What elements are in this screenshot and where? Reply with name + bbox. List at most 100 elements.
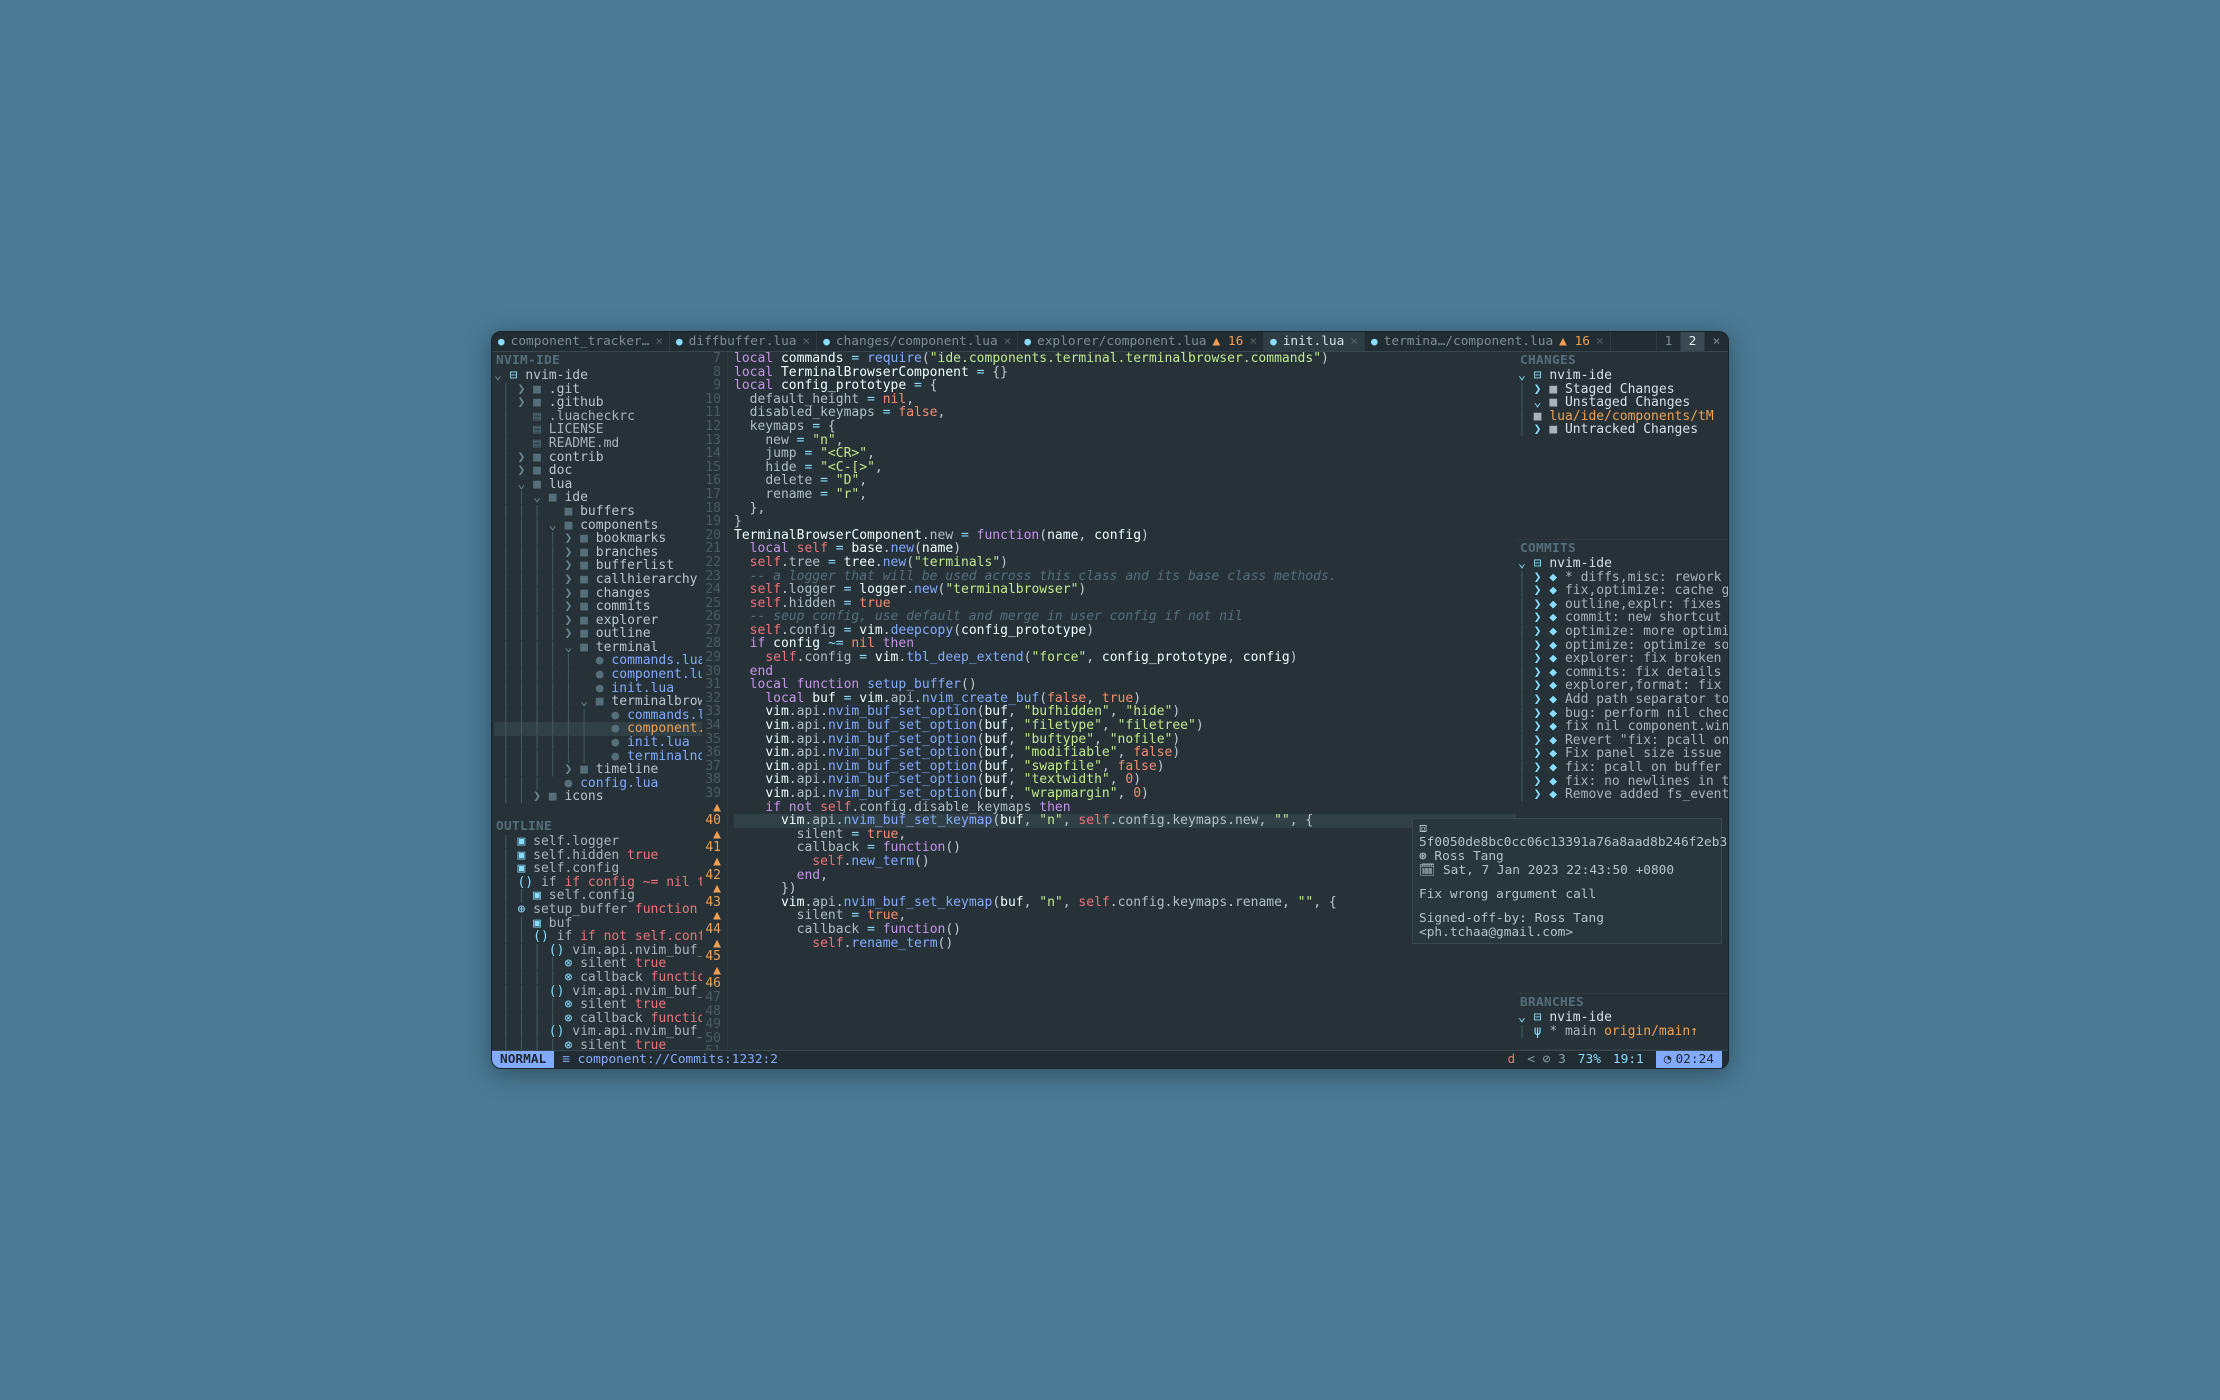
outline-item[interactable]: │ ▣ self.logger xyxy=(494,835,702,849)
code-line[interactable]: vim.api.nvim_buf_set_keymap(buf, "n", se… xyxy=(734,896,1516,910)
outline-item[interactable]: │ │ │ │ ⊗ callback functio xyxy=(494,1012,702,1026)
tree-item[interactable]: │ │ │ │ ❯ ■ changes xyxy=(494,587,702,601)
code-line[interactable]: rename = "r", xyxy=(734,488,1516,502)
close-icon[interactable]: × xyxy=(655,334,663,349)
changes-tree[interactable]: ⌄ ⊟ nvim-ide│ ❯ ■ Staged Changes│ ⌄ ■ Un… xyxy=(1516,369,1728,441)
tab-3[interactable]: ●explorer/component.lua▲ 16× xyxy=(1018,332,1264,351)
outline-item[interactable]: │ │ () if if not self.confi xyxy=(494,930,702,944)
tree-item[interactable]: │ ❯ ■ doc xyxy=(494,464,702,478)
tree-item[interactable]: │ │ │ │ │ ⌄ ■ terminalbrowser xyxy=(494,695,702,709)
close-icon[interactable]: × xyxy=(1596,334,1604,349)
outline-item[interactable]: │ │ │ │ ⊗ callback functio xyxy=(494,971,702,985)
code-editor[interactable]: local commands = require("ide.components… xyxy=(728,352,1516,1050)
code-line[interactable]: jump = "<CR>", xyxy=(734,447,1516,461)
tree-item[interactable]: │ ❯ ■ .github xyxy=(494,396,702,410)
code-line[interactable]: }, xyxy=(734,502,1516,516)
commit-item[interactable]: │ ❯ ◆ Fix panel size issue and xyxy=(1518,747,1728,761)
code-line[interactable]: end, xyxy=(734,869,1516,883)
code-line[interactable]: default_height = nil, xyxy=(734,393,1516,407)
commits-list[interactable]: ⌄ ⊟ nvim-ide│ ❯ ◆ * diffs,misc: rework a… xyxy=(1516,557,1728,806)
outline-item[interactable]: │ () if if config ~= nil th xyxy=(494,876,702,890)
commit-item[interactable]: │ ❯ ◆ Remove added fs_event wh xyxy=(1518,788,1728,802)
tree-item[interactable]: │ │ │ │ ❯ ■ bufferlist xyxy=(494,559,702,573)
tree-item[interactable]: │ │ │ │ │ │ ● component.lua xyxy=(494,722,702,736)
outline-tree[interactable]: │ ▣ self.logger │ ▣ self.hidden true │ ▣… xyxy=(492,835,702,1050)
tree-item[interactable]: │ │ │ ⌄ ■ components xyxy=(494,519,702,533)
code-line[interactable]: keymaps = { xyxy=(734,420,1516,434)
outline-item[interactable]: │ ▣ self.config xyxy=(494,862,702,876)
tree-item[interactable]: │ │ │ │ ❯ ■ explorer xyxy=(494,614,702,628)
commit-item[interactable]: │ ❯ ◆ commit: new shortcut to xyxy=(1518,611,1728,625)
commit-item[interactable]: │ ❯ ◆ explorer: fix broken fil xyxy=(1518,652,1728,666)
code-line[interactable]: callback = function() xyxy=(734,841,1516,855)
close-icon[interactable]: × xyxy=(803,334,811,349)
close-icon[interactable]: × xyxy=(1350,334,1358,349)
commit-item[interactable]: │ ❯ ◆ * diffs,misc: rework and xyxy=(1518,571,1728,585)
code-line[interactable]: local commands = require("ide.components… xyxy=(734,352,1516,366)
tree-item[interactable]: │ │ │ │ ⌄ ■ terminal xyxy=(494,641,702,655)
file-tree[interactable]: ⌄ ⊟ nvim-ide │ ❯ ■ .git │ ❯ ■ .github │ … xyxy=(492,369,702,806)
split-1[interactable]: 1 xyxy=(1656,332,1680,351)
tree-item[interactable]: │ │ │ │ │ │ ● terminalnode. xyxy=(494,750,702,764)
code-line[interactable]: -- a logger that will be used across thi… xyxy=(734,570,1516,584)
code-line[interactable]: self.new_term() xyxy=(734,855,1516,869)
tree-item[interactable]: │ │ │ │ ❯ ■ commits xyxy=(494,600,702,614)
outline-item[interactable]: │ │ │ │ ⊗ silent true xyxy=(494,1039,702,1050)
changes-item[interactable]: │ ⌄ ■ Unstaged Changes xyxy=(1518,396,1728,410)
tree-item[interactable]: │ │ ❯ ■ icons xyxy=(494,790,702,804)
code-line[interactable]: } xyxy=(734,515,1516,529)
commit-item[interactable]: │ ❯ ◆ optimize: optimize some xyxy=(1518,639,1728,653)
tab-4[interactable]: ●init.lua× xyxy=(1264,332,1365,351)
changes-item[interactable]: │ ■ lua/ide/components/tM xyxy=(1518,410,1728,424)
close-split-icon[interactable]: × xyxy=(1704,332,1728,351)
tree-item[interactable]: │ │ │ ● config.lua xyxy=(494,777,702,791)
commit-item[interactable]: │ ❯ ◆ fix,optimize: cache git xyxy=(1518,584,1728,598)
outline-item[interactable]: │ │ │ () vim.api.nvim_buf_s xyxy=(494,985,702,999)
code-line[interactable]: local TerminalBrowserComponent = {} xyxy=(734,366,1516,380)
code-line[interactable]: disabled_keymaps = false, xyxy=(734,406,1516,420)
commit-item[interactable]: │ ❯ ◆ Revert "fix: pcall on bu xyxy=(1518,734,1728,748)
outline-item[interactable]: │ │ │ │ ⊗ silent true xyxy=(494,998,702,1012)
code-line[interactable]: self.tree = tree.new("terminals") xyxy=(734,556,1516,570)
code-line[interactable]: delete = "D", xyxy=(734,474,1516,488)
tree-item[interactable]: │ │ │ │ ❯ ■ timeline xyxy=(494,763,702,777)
code-line[interactable]: silent = true, xyxy=(734,909,1516,923)
code-line[interactable]: vim.api.nvim_buf_set_option(buf, "bufhid… xyxy=(734,705,1516,719)
tree-item[interactable]: │ │ ⌄ ■ ide xyxy=(494,491,702,505)
outline-item[interactable]: │ ▣ self.hidden true xyxy=(494,849,702,863)
code-line[interactable]: self.hidden = true xyxy=(734,597,1516,611)
tree-item[interactable]: │ ❯ ■ .git xyxy=(494,383,702,397)
commit-item[interactable]: │ ❯ ◆ optimize: more optimizat xyxy=(1518,625,1728,639)
code-line[interactable]: vim.api.nvim_buf_set_option(buf, "swapfi… xyxy=(734,760,1516,774)
commit-item[interactable]: │ ❯ ◆ explorer,format: fix exp xyxy=(1518,679,1728,693)
code-line[interactable]: -- seup config, use default and merge in… xyxy=(734,610,1516,624)
outline-item[interactable]: │ │ │ () vim.api.nvim_buf_s xyxy=(494,1025,702,1039)
code-line[interactable]: self.logger = logger.new("terminalbrowse… xyxy=(734,583,1516,597)
outline-item[interactable]: │ │ │ │ ⊗ silent true xyxy=(494,957,702,971)
tree-item[interactable]: │ │ │ │ │ ● commands.lua xyxy=(494,654,702,668)
code-line[interactable]: vim.api.nvim_buf_set_option(buf, "textwi… xyxy=(734,773,1516,787)
tree-item[interactable]: │ │ │ ■ buffers xyxy=(494,505,702,519)
code-line[interactable]: local self = base.new(name) xyxy=(734,542,1516,556)
tree-item[interactable]: │ │ │ │ │ │ ● commands.lua xyxy=(494,709,702,723)
commit-item[interactable]: │ ❯ ◆ fix: no newlines in tree xyxy=(1518,775,1728,789)
outline-item[interactable]: │ │ │ () vim.api.nvim_buf_s xyxy=(494,944,702,958)
code-line[interactable]: silent = true, xyxy=(734,828,1516,842)
code-line[interactable]: local config_prototype = { xyxy=(734,379,1516,393)
code-line[interactable]: }) xyxy=(734,882,1516,896)
code-line[interactable]: new = "n", xyxy=(734,434,1516,448)
commit-item[interactable]: │ ❯ ◆ outline,explr: fixes exp xyxy=(1518,598,1728,612)
tree-item[interactable]: │ │ │ │ │ ● component.lua xyxy=(494,668,702,682)
tree-item[interactable]: │ ▤ LICENSE xyxy=(494,423,702,437)
tab-0[interactable]: ●component_tracker…× xyxy=(492,332,670,351)
code-line[interactable]: end xyxy=(734,665,1516,679)
split-2[interactable]: 2 xyxy=(1680,332,1704,351)
commit-item[interactable]: │ ❯ ◆ commits: fix details not xyxy=(1518,666,1728,680)
tree-item[interactable]: │ │ │ │ │ │ ● init.lua xyxy=(494,736,702,750)
code-line[interactable]: vim.api.nvim_buf_set_keymap(buf, "n", se… xyxy=(734,814,1516,828)
tab-2[interactable]: ●changes/component.lua× xyxy=(817,332,1018,351)
commit-item[interactable]: │ ❯ ◆ fix: pcall on buffer tru xyxy=(1518,761,1728,775)
outline-item[interactable]: │ ⊕ setup_buffer function xyxy=(494,903,702,917)
code-line[interactable]: if config ~= nil then xyxy=(734,637,1516,651)
close-icon[interactable]: × xyxy=(1249,334,1257,349)
